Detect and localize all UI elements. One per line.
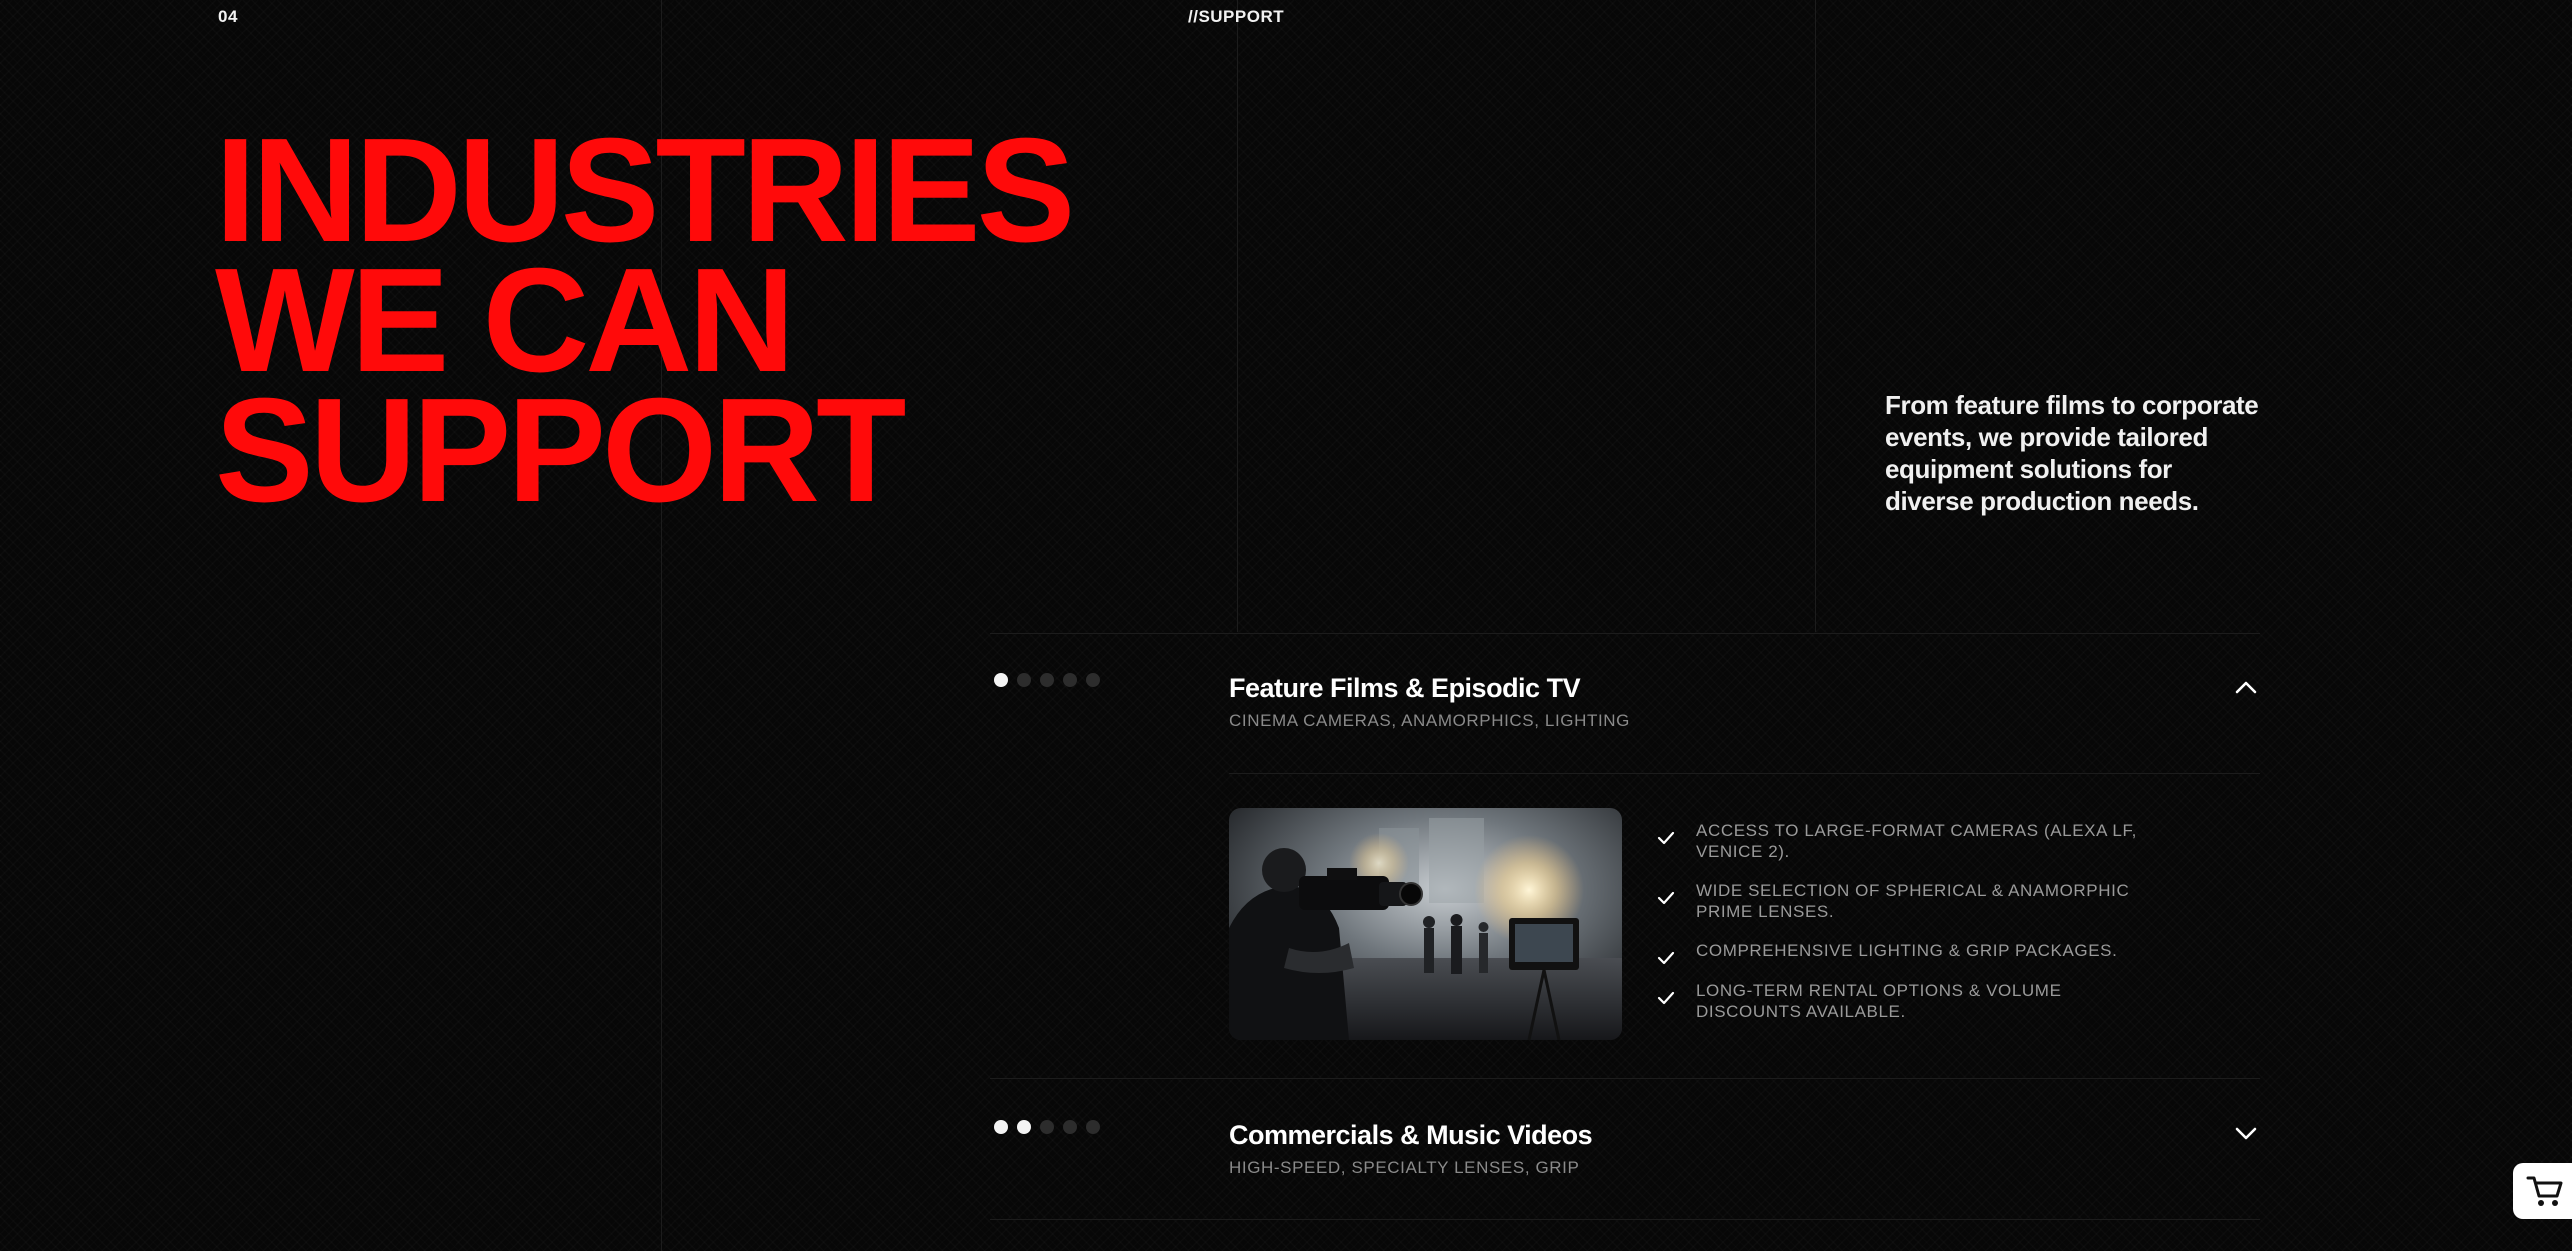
- check-icon: [1657, 831, 1675, 845]
- progress-dots: [994, 1120, 1100, 1134]
- feature-item: ACCESS TO LARGE-FORMAT CAMERAS (ALEXA LF…: [1655, 820, 2166, 862]
- accordion-title[interactable]: Feature Films & Episodic TV: [1229, 673, 1581, 704]
- progress-dot: [1017, 673, 1031, 687]
- section-tag: //SUPPORT: [1188, 7, 1285, 26]
- cart-icon: [2526, 1176, 2563, 1206]
- feature-item: WIDE SELECTION OF SPHERICAL & ANAMORPHIC…: [1655, 880, 2166, 922]
- chevron-up-icon[interactable]: [2232, 677, 2260, 697]
- feature-item: LONG-TERM RENTAL OPTIONS & VOLUME DISCOU…: [1655, 980, 2166, 1022]
- accordion-subtitle: CINEMA CAMERAS, ANAMORPHICS, LIGHTING: [1229, 711, 1630, 730]
- accordion-title[interactable]: Commercials & Music Videos: [1229, 1120, 1593, 1151]
- feature-text: LONG-TERM RENTAL OPTIONS & VOLUME DISCOU…: [1696, 981, 2062, 1021]
- accordion-top-divider: [990, 633, 2260, 634]
- progress-dot: [1040, 673, 1054, 687]
- feature-text: ACCESS TO LARGE-FORMAT CAMERAS (ALEXA LF…: [1696, 821, 2137, 861]
- accordion-bottom-divider: [990, 1219, 2260, 1220]
- check-icon: [1657, 991, 1675, 1005]
- grid-line: [1237, 0, 1238, 632]
- cart-button[interactable]: [2513, 1163, 2572, 1219]
- check-icon: [1657, 891, 1675, 905]
- feature-text: WIDE SELECTION OF SPHERICAL & ANAMORPHIC…: [1696, 881, 2130, 921]
- progress-dot: [1040, 1120, 1054, 1134]
- industry-image: [1229, 808, 1622, 1040]
- progress-dot: [1017, 1120, 1031, 1134]
- chevron-down-icon[interactable]: [2232, 1124, 2260, 1144]
- page-title: INDUSTRIES WE CAN SUPPORT: [215, 108, 1175, 533]
- progress-dot: [994, 1120, 1008, 1134]
- page-title-line-3: SUPPORT: [215, 368, 906, 533]
- progress-dot: [1063, 1120, 1077, 1134]
- feature-text: COMPREHENSIVE LIGHTING & GRIP PACKAGES.: [1696, 941, 2118, 960]
- grid-line: [1815, 0, 1816, 632]
- intro-text: From feature films to corporate events, …: [1885, 390, 2259, 516]
- progress-dot: [1086, 673, 1100, 687]
- section-number: 04: [218, 7, 238, 26]
- page-title-line-2: WE CAN: [215, 238, 795, 403]
- accordion-item-divider: [990, 1078, 2260, 1079]
- accordion-header-divider: [1229, 773, 2260, 774]
- check-icon: [1657, 951, 1675, 965]
- progress-dot: [1063, 673, 1077, 687]
- accordion-subtitle: HIGH-SPEED, SPECIALTY LENSES, GRIP: [1229, 1158, 1580, 1177]
- camera-operator-illustration: [1229, 808, 1622, 1040]
- feature-item: COMPREHENSIVE LIGHTING & GRIP PACKAGES.: [1655, 940, 2166, 969]
- page-title-line-1: INDUSTRIES: [215, 108, 1075, 273]
- progress-dots: [994, 673, 1100, 687]
- progress-dot: [1086, 1120, 1100, 1134]
- progress-dot: [994, 673, 1008, 687]
